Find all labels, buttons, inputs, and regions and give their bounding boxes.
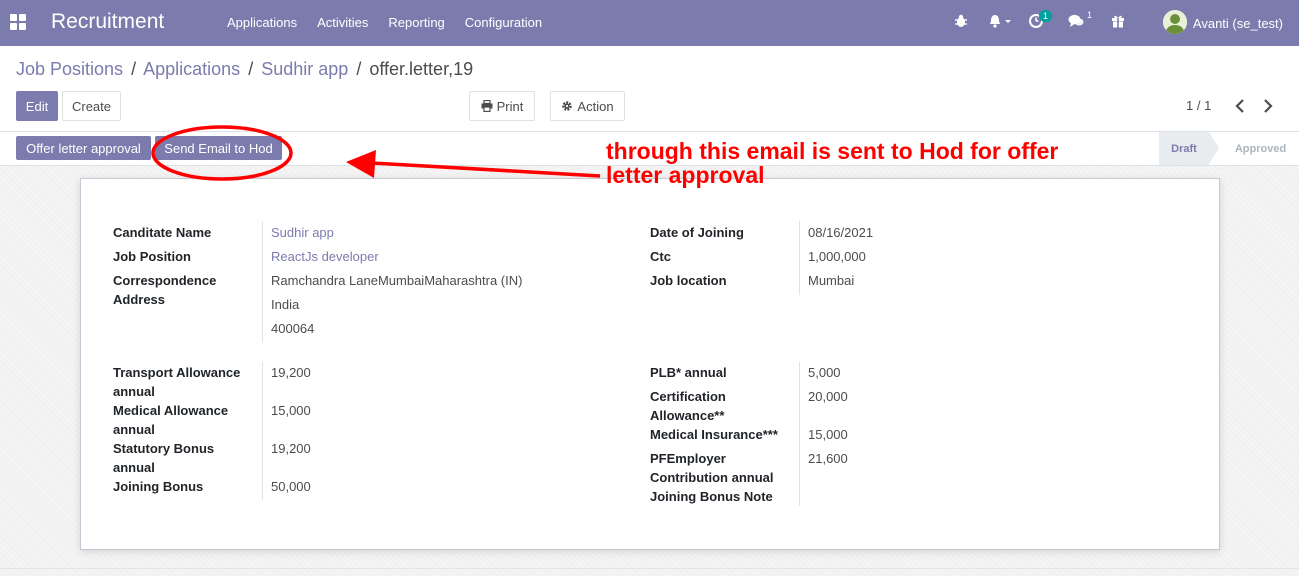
breadcrumb-current: offer.letter,19 [369,59,474,79]
label-job-position: Job Position [113,249,191,264]
field-medical-insurance: 15,000 [808,427,848,442]
label-joining-bonus: Joining Bonus [113,479,204,494]
annotation-line-1: through this email is sent to Hod for of… [606,138,1059,164]
action-button[interactable]: Action [550,91,625,121]
gear-icon [562,101,573,111]
edit-button[interactable]: Edit [16,91,58,121]
field-pf-employer-contribution: 21,600 [808,451,848,466]
field-plb-annual: 5,000 [808,365,841,380]
breadcrumb-sudhir-app[interactable]: Sudhir app [261,59,348,79]
app-title[interactable]: Recruitment [51,10,164,34]
field-medical-allowance: 15,000 [271,403,311,418]
chevron-left-icon[interactable] [1235,99,1249,119]
offer-letter-approval-button[interactable]: Offer letter approval [16,136,151,160]
label-line: Correspondence [113,273,217,288]
label-line: annual [113,384,155,399]
label-pf-employer-contribution: PFEmployer Contribution annual [650,449,773,487]
column-divider [799,362,800,506]
gift-icon[interactable] [1111,14,1125,31]
column-divider [262,362,263,500]
label-correspondence-address: Correspondence Address [113,271,216,309]
label-transport-allowance: Transport Allowance annual [113,363,240,401]
label-line: Statutory Bonus [113,441,215,456]
chevron-right-icon[interactable] [1263,99,1277,119]
field-joining-bonus: 50,000 [271,479,311,494]
stage-arrow [1209,132,1219,164]
label-line: Medical Allowance [113,403,229,418]
label-line: PFEmployer [650,451,726,466]
label-statutory-bonus: Statutory Bonus annual [113,439,214,477]
bottom-divider [0,568,1299,569]
print-label: Print [496,98,524,114]
label-joining-bonus-note: Joining Bonus Note [650,489,773,504]
pager-value[interactable]: 1 / 1 [1186,98,1211,113]
breadcrumb-separator: / [131,59,137,79]
user-name[interactable]: Avanti (se_test) [1193,16,1283,31]
breadcrumb: Job Positions / Applications / Sudhir ap… [16,59,473,80]
send-email-to-hod-button[interactable]: Send Email to Hod [155,136,282,160]
systray: 1 1 Avanti (se_test) [939,0,1299,46]
label-plb-annual: PLB* annual [650,365,727,380]
label-line: annual [113,422,155,437]
menu-item-applications[interactable]: Applications [227,15,297,30]
label-line: Transport Allowance [113,365,241,380]
menu-item-configuration[interactable]: Configuration [465,15,542,30]
annotation-line-2: letter approval [606,162,765,188]
print-icon [481,100,493,112]
field-statutory-bonus: 19,200 [271,441,311,456]
label-certification-allowance: Certification Allowance** [650,387,726,425]
breadcrumb-separator: / [248,59,254,79]
apps-menu-icon[interactable] [10,14,26,30]
action-label: Action [577,98,614,114]
field-transport-allowance: 19,200 [271,365,311,380]
label-line: Allowance** [650,408,725,423]
stage-approved[interactable]: Approved [1222,132,1299,165]
breadcrumb-separator: / [356,59,362,79]
field-date-of-joining: 08/16/2021 [808,225,874,240]
column-divider [262,221,263,343]
field-ctc: 1,000,000 [808,249,866,264]
top-navbar: Recruitment Applications Activities Repo… [0,0,1299,46]
activity-clock-icon[interactable]: 1 [1029,10,1053,31]
label-line: Certification [650,389,726,404]
notification-bell-icon[interactable] [989,14,1011,31]
field-address-country: India [271,297,300,312]
label-line: annual [113,460,155,475]
stage-draft[interactable]: Draft [1159,132,1209,165]
menu-item-activities[interactable]: Activities [317,15,368,30]
label-medical-allowance: Medical Allowance annual [113,401,228,439]
label-medical-insurance: Medical Insurance*** [650,427,778,442]
debug-bug-icon[interactable] [955,14,967,31]
label-ctc: Ctc [650,249,671,264]
activity-count-badge: 1 [1039,10,1053,22]
field-certification-allowance: 20,000 [808,389,848,404]
field-job-location: Mumbai [808,273,855,288]
menu-item-reporting[interactable]: Reporting [388,15,444,30]
field-job-position[interactable]: ReactJs developer [271,247,379,266]
field-candidate-name[interactable]: Sudhir app [271,223,334,242]
field-address-street: Ramchandra LaneMumbaiMaharashtra (IN) [271,273,523,288]
annotation-text: through this email is sent to Hod for of… [606,139,1126,187]
label-candidate-name: Canditate Name [113,225,212,240]
breadcrumb-applications[interactable]: Applications [143,59,240,79]
breadcrumb-job-positions[interactable]: Job Positions [16,59,123,79]
label-job-location: Job location [650,273,727,288]
label-line: Contribution annual [650,470,774,485]
column-divider [799,221,800,295]
user-avatar[interactable] [1163,10,1187,34]
print-button[interactable]: Print [469,91,535,121]
messages-count-badge: 1 [1087,10,1093,20]
main-menu: Applications Activities Reporting Config… [227,15,562,30]
messages-chat-icon[interactable]: 1 [1068,10,1092,31]
field-address-zip: 400064 [271,321,315,336]
label-date-of-joining: Date of Joining [650,225,744,240]
label-line: Address [113,292,166,307]
create-button[interactable]: Create [62,91,121,121]
